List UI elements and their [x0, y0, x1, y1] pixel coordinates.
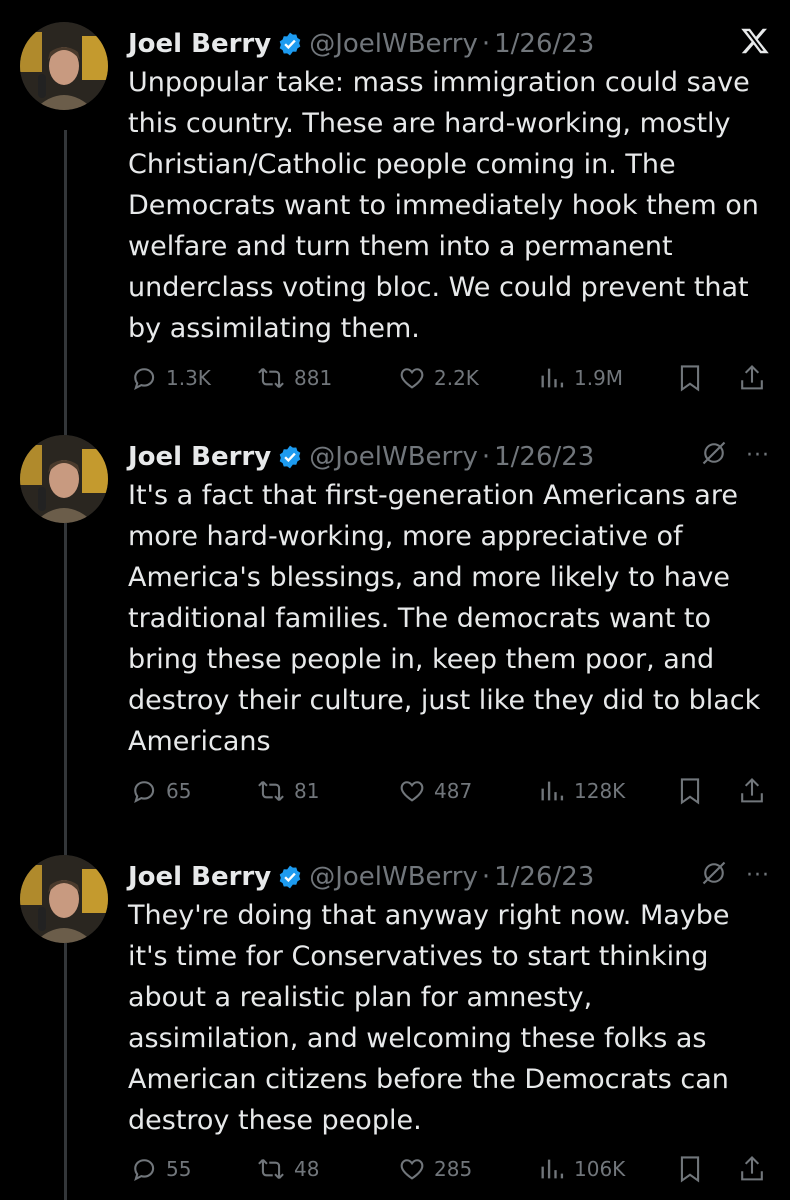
avatar[interactable] [20, 855, 108, 943]
verified-badge-icon [277, 864, 303, 890]
grok-icon[interactable] [700, 859, 728, 891]
reply-count: 55 [166, 1157, 192, 1181]
share-button[interactable] [738, 1154, 766, 1184]
grok-icon[interactable] [700, 439, 728, 471]
verified-badge-icon [277, 31, 303, 57]
repost-count: 48 [294, 1157, 320, 1181]
tweet-date[interactable]: 1/26/23 [494, 29, 594, 59]
bookmark-icon [676, 363, 704, 393]
share-icon [738, 363, 766, 393]
separator-dot: · [481, 29, 491, 59]
tweet-date[interactable]: 1/26/23 [494, 862, 594, 892]
action-bar: 55 48 285 106K [0, 1151, 790, 1187]
tweet-header: Joel Berry @JoelWBerry · 1/26/23 [128, 22, 770, 66]
tweet-header: Joel Berry @JoelWBerry · 1/26/23 ··· [128, 435, 770, 479]
x-logo-icon [740, 26, 770, 60]
verified-badge-icon [277, 444, 303, 470]
like-button[interactable]: 2.2K [398, 364, 479, 392]
reply-count: 1.3K [166, 366, 211, 390]
separator-dot: · [481, 442, 491, 472]
heart-icon [398, 364, 426, 392]
repost-icon [256, 777, 286, 805]
author-name[interactable]: Joel Berry [128, 29, 271, 59]
repost-button[interactable]: 81 [256, 777, 319, 805]
separator-dot: · [481, 862, 491, 892]
author-handle[interactable]: @JoelWBerry [309, 442, 478, 472]
author-handle[interactable]: @JoelWBerry [309, 862, 478, 892]
reply-button[interactable]: 1.3K [130, 364, 211, 392]
repost-count: 881 [294, 366, 333, 390]
reply-count: 65 [166, 779, 192, 803]
thread-connector-line [64, 130, 67, 1200]
repost-count: 81 [294, 779, 320, 803]
author-handle[interactable]: @JoelWBerry [309, 29, 478, 59]
like-button[interactable]: 487 [398, 777, 472, 805]
views-bars-icon [538, 777, 566, 805]
repost-icon [256, 1155, 286, 1183]
share-icon [738, 776, 766, 806]
action-bar: 65 81 487 128K [0, 773, 790, 809]
reply-icon [130, 364, 158, 392]
like-button[interactable]: 285 [398, 1155, 472, 1183]
views-bars-icon [538, 1155, 566, 1183]
views-button[interactable]: 128K [538, 777, 625, 805]
repost-icon [256, 364, 286, 392]
like-count: 487 [434, 779, 473, 803]
tweet-text: Unpopular take: mass immigration could s… [128, 67, 759, 344]
tweet-date[interactable]: 1/26/23 [494, 442, 594, 472]
more-options-icon[interactable]: ··· [746, 863, 770, 888]
bookmark-button[interactable] [676, 1154, 704, 1184]
like-count: 2.2K [434, 366, 479, 390]
tweet-text: It's a fact that first-generation Americ… [128, 480, 761, 757]
views-button[interactable]: 106K [538, 1155, 625, 1183]
repost-button[interactable]: 881 [256, 364, 332, 392]
author-name[interactable]: Joel Berry [128, 442, 271, 472]
like-count: 285 [434, 1157, 473, 1181]
reply-button[interactable]: 55 [130, 1155, 191, 1183]
views-count: 106K [574, 1157, 626, 1181]
reply-button[interactable]: 65 [130, 777, 191, 805]
bookmark-icon [676, 776, 704, 806]
more-options-icon[interactable]: ··· [746, 443, 770, 468]
share-button[interactable] [738, 363, 766, 393]
views-bars-icon [538, 364, 566, 392]
views-count: 1.9M [574, 366, 624, 390]
heart-icon [398, 777, 426, 805]
avatar[interactable] [20, 435, 108, 523]
views-count: 128K [574, 779, 626, 803]
views-button[interactable]: 1.9M [538, 364, 623, 392]
action-bar: 1.3K 881 2.2K 1.9M [0, 360, 790, 396]
heart-icon [398, 1155, 426, 1183]
tweet-text: They're doing that anyway right now. May… [128, 900, 730, 1136]
reply-icon [130, 777, 158, 805]
repost-button[interactable]: 48 [256, 1155, 319, 1183]
share-icon [738, 1154, 766, 1184]
author-name[interactable]: Joel Berry [128, 862, 271, 892]
bookmark-button[interactable] [676, 363, 704, 393]
tweet-header: Joel Berry @JoelWBerry · 1/26/23 ··· [128, 855, 770, 899]
reply-icon [130, 1155, 158, 1183]
avatar[interactable] [20, 22, 108, 110]
bookmark-button[interactable] [676, 776, 704, 806]
bookmark-icon [676, 1154, 704, 1184]
share-button[interactable] [738, 776, 766, 806]
